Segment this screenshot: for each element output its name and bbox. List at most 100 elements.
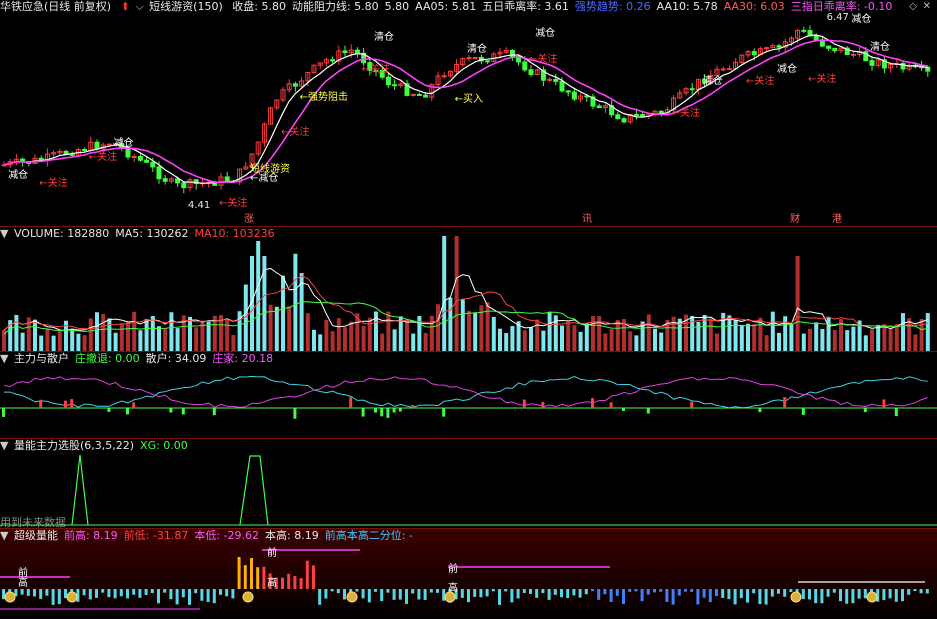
- force-bar: [39, 399, 43, 408]
- super-volume-bar: [312, 565, 315, 589]
- super-volume-bar: [45, 589, 49, 596]
- super-volume-bar: [888, 589, 892, 599]
- candle-body: [633, 113, 639, 116]
- volume-bar: [380, 333, 385, 351]
- super-volume-bar: [882, 589, 886, 601]
- candle-body: [150, 161, 156, 168]
- chart-annotation: 清仓: [703, 74, 723, 87]
- super-volume-bar: [498, 589, 501, 605]
- main-chart-panel[interactable]: 华铁应急(日线 前复权) ⬆ ⌵ 短线游资(150) 收盘: 5.80 动能阻力线…: [0, 0, 937, 226]
- super-volume-bar: [175, 589, 179, 605]
- volume-bar: [795, 256, 800, 351]
- candle-body: [416, 93, 422, 96]
- super-volume-bar: [436, 589, 439, 593]
- super-volume-bar: [101, 589, 105, 593]
- volume-bar: [200, 322, 205, 351]
- volume-bar: [132, 311, 137, 351]
- volume-bar: [851, 326, 856, 351]
- super-volume-bar: [336, 589, 340, 594]
- volume-bar: [405, 319, 409, 351]
- volume-bar: [144, 319, 149, 351]
- chart-annotation: ←关注: [89, 150, 117, 163]
- volume-bar: [832, 329, 837, 351]
- super-volume-bar: [516, 589, 520, 599]
- candle-body: [813, 35, 819, 41]
- super-volume-bar: [758, 589, 762, 605]
- super-volume-bar: [107, 589, 111, 598]
- dealer-line: [3, 376, 928, 408]
- force-bar: [591, 398, 594, 408]
- super-volume-bar: [262, 566, 266, 589]
- signal-spike: [71, 454, 89, 526]
- super-volume-panel[interactable]: ▼ 超级量能 前高: 8.19 前低: -31.87 本低: -29.62 本高: 8.…: [0, 529, 937, 619]
- super-volume-bar: [708, 589, 712, 603]
- super-volume-bar: [200, 589, 204, 601]
- volume-bar: [814, 322, 819, 351]
- volume-bar: [560, 325, 564, 351]
- super-volume-bar: [677, 589, 681, 596]
- super-volume-bar: [640, 589, 644, 602]
- volume-ma10-line: [3, 275, 928, 331]
- super-volume-bar: [553, 589, 557, 595]
- volume-bar: [764, 335, 769, 351]
- super-volume-bar: [386, 589, 390, 593]
- stock-select-panel[interactable]: ▼ 量能主力选股(6,3,5,22) XG: 0.00 用到未来数据: [0, 439, 937, 528]
- chart-annotation: 减仓: [777, 62, 797, 75]
- volume-bar: [429, 315, 434, 351]
- candle-body: [522, 61, 528, 71]
- super-volume-bar: [392, 589, 396, 600]
- super-volume-bar: [671, 589, 675, 605]
- volume-bar: [820, 329, 825, 351]
- signal-spike: [239, 455, 269, 526]
- super-volume-bar: [721, 589, 725, 598]
- candle-body: [528, 69, 534, 75]
- super-volume-bar: [665, 589, 669, 602]
- volume-panel[interactable]: ▼ VOLUME: 182880 MA5: 130262 MA10: 103236: [0, 227, 937, 351]
- force-bar: [361, 408, 365, 417]
- super-volume-bar: [783, 589, 787, 597]
- super-volume-bar: [126, 589, 129, 599]
- volume-bar: [671, 316, 676, 351]
- super-volume-bar: [281, 577, 284, 589]
- super-volume-bar: [901, 589, 904, 602]
- super-volume-bar: [913, 589, 917, 592]
- chart-annotation: ←强势阻击: [300, 90, 348, 103]
- super-volume-bar: [591, 589, 594, 592]
- super-volume-bar: [237, 557, 241, 589]
- super-volume-bar: [212, 589, 216, 604]
- super-volume-bar: [51, 589, 55, 605]
- candle-body: [144, 159, 150, 163]
- volume-chart: [2, 236, 930, 351]
- candle-body: [553, 78, 559, 82]
- super-volume-bar: [659, 589, 663, 592]
- force-bar: [690, 401, 694, 408]
- volume-bar: [119, 323, 124, 351]
- super-volume-bar: [622, 589, 625, 604]
- super-volume-bar: [572, 589, 576, 596]
- force-bar: [622, 408, 625, 412]
- super-volume-bar: [584, 589, 588, 595]
- main-force-panel[interactable]: ▼ 主力与散户 庄撤退: 0.00 散户: 34.09 庄家: 20.18: [0, 352, 937, 438]
- volume-bar: [901, 313, 905, 351]
- candle-body: [385, 76, 391, 86]
- chart-annotation: 减仓: [851, 12, 871, 25]
- candle-body: [410, 93, 416, 96]
- volume-bar: [361, 326, 366, 351]
- super-volume-bar: [150, 589, 154, 594]
- super-volume-bar: [417, 589, 421, 600]
- force-bar: [374, 408, 377, 413]
- volume-bar: [460, 299, 465, 351]
- chart-annotation: ←关注: [362, 62, 390, 75]
- coin-bag-icon: [4, 591, 16, 603]
- volume-bar: [913, 334, 918, 351]
- candle-body: [615, 114, 621, 120]
- super-volume-bar: [529, 589, 532, 594]
- super-volume-bar: [113, 589, 117, 599]
- volume-bar: [423, 333, 428, 351]
- super-volume-bar: [907, 589, 911, 595]
- ma5-line: [3, 34, 928, 184]
- super-volume-bar: [597, 589, 601, 600]
- super-volume-bar: [789, 589, 793, 592]
- coin-bag-icon: [346, 591, 358, 603]
- super-volume-bar: [863, 589, 867, 599]
